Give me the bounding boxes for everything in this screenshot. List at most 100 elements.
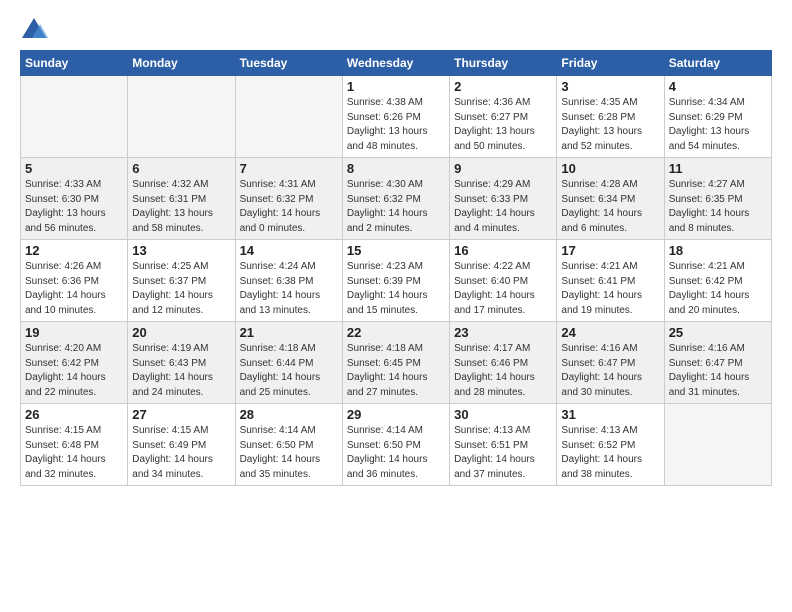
calendar-cell — [21, 76, 128, 158]
day-number: 11 — [669, 161, 767, 176]
day-number: 29 — [347, 407, 445, 422]
day-number: 30 — [454, 407, 552, 422]
day-info: Sunrise: 4:19 AM Sunset: 6:43 PM Dayligh… — [132, 342, 230, 400]
day-number: 23 — [454, 325, 552, 340]
calendar-cell — [235, 76, 342, 158]
weekday-header-monday: Monday — [128, 51, 235, 76]
day-number: 22 — [347, 325, 445, 340]
calendar-cell: 2Sunrise: 4:36 AM Sunset: 6:27 PM Daylig… — [450, 76, 557, 158]
calendar-cell: 17 Sunrise: 4:21 AM Sunset: 6:41 PM Dayli… — [557, 240, 664, 322]
calendar-cell — [664, 404, 771, 486]
day-number: 31 — [561, 407, 659, 422]
day-info: Sunrise: 4:38 AM Sunset: 6:26 PM Dayligh… — [347, 96, 445, 154]
calendar-cell: 1 Sunrise: 4:38 AM Sunset: 6:26 PM Daylig… — [342, 76, 449, 158]
day-number: 12 — [25, 243, 123, 258]
header — [20, 16, 772, 44]
calendar-cell — [128, 76, 235, 158]
day-info: Sunrise: 4:13 AM Sunset: 6:52 PM Dayligh… — [561, 424, 659, 482]
calendar-week-row: 12 Sunrise: 4:26 AM Sunset: 6:36 PM Dayli… — [21, 240, 772, 322]
calendar-week-row: 26 Sunrise: 4:15 AM Sunset: 6:48 PM Dayli… — [21, 404, 772, 486]
day-info: Sunrise: 4:14 AM Sunset: 6:50 PM Dayligh… — [347, 424, 445, 482]
calendar-cell: 15 Sunrise: 4:23 AM Sunset: 6:39 PM Dayli… — [342, 240, 449, 322]
calendar-week-row: 19Sunrise: 4:20 AM Sunset: 6:42 PM Dayli… — [21, 322, 772, 404]
day-number: 26 — [25, 407, 123, 422]
day-info: Sunrise: 4:25 AM Sunset: 6:37 PM Dayligh… — [132, 260, 230, 318]
day-number: 1 — [347, 79, 445, 94]
calendar-cell: 4 Sunrise: 4:34 AM Sunset: 6:29 PM Daylig… — [664, 76, 771, 158]
calendar-cell: 20 Sunrise: 4:19 AM Sunset: 6:43 PM Dayli… — [128, 322, 235, 404]
day-number: 27 — [132, 407, 230, 422]
calendar-cell: 5 Sunrise: 4:33 AM Sunset: 6:30 PM Daylig… — [21, 158, 128, 240]
calendar-cell: 14 Sunrise: 4:24 AM Sunset: 6:38 PM Dayli… — [235, 240, 342, 322]
weekday-header-saturday: Saturday — [664, 51, 771, 76]
calendar-cell: 7Sunrise: 4:31 AM Sunset: 6:32 PM Daylig… — [235, 158, 342, 240]
day-number: 8 — [347, 161, 445, 176]
calendar-cell: 8 Sunrise: 4:30 AM Sunset: 6:32 PM Daylig… — [342, 158, 449, 240]
calendar-cell: 16 Sunrise: 4:22 AM Sunset: 6:40 PM Dayli… — [450, 240, 557, 322]
calendar-cell: 25Sunrise: 4:16 AM Sunset: 6:47 PM Dayli… — [664, 322, 771, 404]
day-info: Sunrise: 4:27 AM Sunset: 6:35 PM Dayligh… — [669, 178, 767, 236]
calendar-cell: 22 Sunrise: 4:18 AM Sunset: 6:45 PM Dayli… — [342, 322, 449, 404]
day-number: 3 — [561, 79, 659, 94]
weekday-header-wednesday: Wednesday — [342, 51, 449, 76]
weekday-header-friday: Friday — [557, 51, 664, 76]
day-info: Sunrise: 4:36 AM Sunset: 6:27 PM Dayligh… — [454, 96, 552, 154]
day-info: Sunrise: 4:34 AM Sunset: 6:29 PM Dayligh… — [669, 96, 767, 154]
day-info: Sunrise: 4:21 AM Sunset: 6:41 PM Dayligh… — [561, 260, 659, 318]
day-info: Sunrise: 4:15 AM Sunset: 6:48 PM Dayligh… — [25, 424, 123, 482]
day-number: 14 — [240, 243, 338, 258]
day-info: Sunrise: 4:28 AM Sunset: 6:34 PM Dayligh… — [561, 178, 659, 236]
weekday-header-row: SundayMondayTuesdayWednesdayThursdayFrid… — [21, 51, 772, 76]
day-number: 24 — [561, 325, 659, 340]
day-info: Sunrise: 4:31 AM Sunset: 6:32 PM Dayligh… — [240, 178, 338, 236]
calendar-week-row: 1 Sunrise: 4:38 AM Sunset: 6:26 PM Daylig… — [21, 76, 772, 158]
day-number: 17 — [561, 243, 659, 258]
day-info: Sunrise: 4:23 AM Sunset: 6:39 PM Dayligh… — [347, 260, 445, 318]
calendar-week-row: 5 Sunrise: 4:33 AM Sunset: 6:30 PM Daylig… — [21, 158, 772, 240]
calendar-cell: 12 Sunrise: 4:26 AM Sunset: 6:36 PM Dayli… — [21, 240, 128, 322]
day-info: Sunrise: 4:18 AM Sunset: 6:44 PM Dayligh… — [240, 342, 338, 400]
day-info: Sunrise: 4:18 AM Sunset: 6:45 PM Dayligh… — [347, 342, 445, 400]
day-info: Sunrise: 4:35 AM Sunset: 6:28 PM Dayligh… — [561, 96, 659, 154]
calendar-cell: 27 Sunrise: 4:15 AM Sunset: 6:49 PM Dayli… — [128, 404, 235, 486]
day-number: 6 — [132, 161, 230, 176]
calendar-cell: 24 Sunrise: 4:16 AM Sunset: 6:47 PM Dayli… — [557, 322, 664, 404]
day-number: 18 — [669, 243, 767, 258]
day-info: Sunrise: 4:30 AM Sunset: 6:32 PM Dayligh… — [347, 178, 445, 236]
logo-icon — [20, 16, 48, 44]
day-info: Sunrise: 4:26 AM Sunset: 6:36 PM Dayligh… — [25, 260, 123, 318]
calendar-cell: 11 Sunrise: 4:27 AM Sunset: 6:35 PM Dayli… — [664, 158, 771, 240]
calendar-cell: 10Sunrise: 4:28 AM Sunset: 6:34 PM Dayli… — [557, 158, 664, 240]
calendar-cell: 19Sunrise: 4:20 AM Sunset: 6:42 PM Dayli… — [21, 322, 128, 404]
day-number: 13 — [132, 243, 230, 258]
calendar-cell: 9Sunrise: 4:29 AM Sunset: 6:33 PM Daylig… — [450, 158, 557, 240]
day-number: 21 — [240, 325, 338, 340]
day-info: Sunrise: 4:20 AM Sunset: 6:42 PM Dayligh… — [25, 342, 123, 400]
calendar-cell: 30 Sunrise: 4:13 AM Sunset: 6:51 PM Dayli… — [450, 404, 557, 486]
calendar-cell: 31 Sunrise: 4:13 AM Sunset: 6:52 PM Dayli… — [557, 404, 664, 486]
day-info: Sunrise: 4:17 AM Sunset: 6:46 PM Dayligh… — [454, 342, 552, 400]
day-number: 20 — [132, 325, 230, 340]
calendar-cell: 21 Sunrise: 4:18 AM Sunset: 6:44 PM Dayli… — [235, 322, 342, 404]
calendar-cell: 29 Sunrise: 4:14 AM Sunset: 6:50 PM Dayli… — [342, 404, 449, 486]
day-info: Sunrise: 4:22 AM Sunset: 6:40 PM Dayligh… — [454, 260, 552, 318]
calendar-cell: 18Sunrise: 4:21 AM Sunset: 6:42 PM Dayli… — [664, 240, 771, 322]
calendar-cell: 23 Sunrise: 4:17 AM Sunset: 6:46 PM Dayli… — [450, 322, 557, 404]
calendar-cell: 6 Sunrise: 4:32 AM Sunset: 6:31 PM Daylig… — [128, 158, 235, 240]
weekday-header-sunday: Sunday — [21, 51, 128, 76]
day-info: Sunrise: 4:15 AM Sunset: 6:49 PM Dayligh… — [132, 424, 230, 482]
day-number: 15 — [347, 243, 445, 258]
day-number: 16 — [454, 243, 552, 258]
calendar-table: SundayMondayTuesdayWednesdayThursdayFrid… — [20, 50, 772, 486]
day-number: 4 — [669, 79, 767, 94]
day-number: 9 — [454, 161, 552, 176]
day-info: Sunrise: 4:13 AM Sunset: 6:51 PM Dayligh… — [454, 424, 552, 482]
day-info: Sunrise: 4:32 AM Sunset: 6:31 PM Dayligh… — [132, 178, 230, 236]
day-info: Sunrise: 4:16 AM Sunset: 6:47 PM Dayligh… — [669, 342, 767, 400]
day-number: 5 — [25, 161, 123, 176]
calendar-cell: 26 Sunrise: 4:15 AM Sunset: 6:48 PM Dayli… — [21, 404, 128, 486]
day-info: Sunrise: 4:33 AM Sunset: 6:30 PM Dayligh… — [25, 178, 123, 236]
day-info: Sunrise: 4:24 AM Sunset: 6:38 PM Dayligh… — [240, 260, 338, 318]
day-info: Sunrise: 4:16 AM Sunset: 6:47 PM Dayligh… — [561, 342, 659, 400]
logo — [20, 16, 50, 44]
